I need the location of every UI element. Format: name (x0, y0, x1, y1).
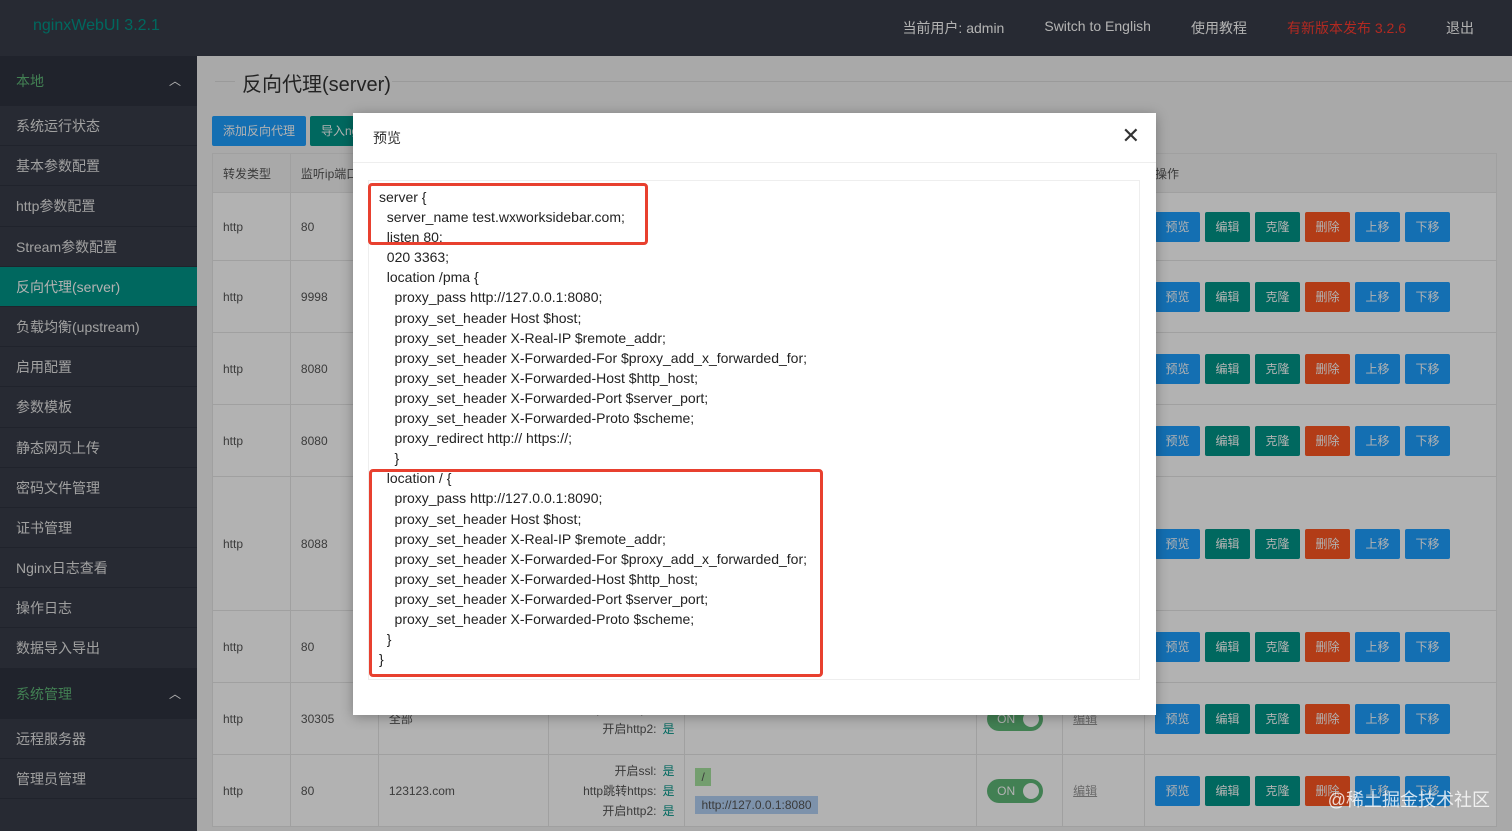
watermark: @稀土掘金技术社区 (1327, 790, 1490, 810)
preview-modal: 预览 ✕ server { server_name test.wxworksid… (353, 113, 1156, 715)
close-icon[interactable]: ✕ (1122, 123, 1140, 149)
modal-title: 预览 (353, 113, 1156, 163)
highlight-box-location (369, 469, 823, 677)
highlight-box-server (368, 183, 648, 245)
